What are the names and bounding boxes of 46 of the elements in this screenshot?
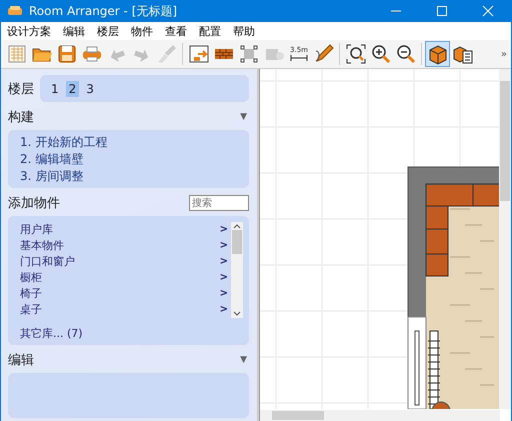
scroll-down-icon[interactable] bbox=[232, 310, 242, 318]
library-item[interactable]: 门口和窗户 > bbox=[20, 254, 231, 270]
step-link[interactable]: 3. 房间调整 bbox=[20, 168, 237, 184]
floor-tab[interactable]: 1 bbox=[48, 80, 62, 96]
collapse-toggle[interactable]: ▼ bbox=[240, 355, 247, 365]
more-tools-button[interactable]: » bbox=[500, 48, 507, 60]
scroll-thumb[interactable] bbox=[232, 230, 242, 254]
import-icon bbox=[188, 43, 210, 65]
menu-item[interactable]: 物件 bbox=[131, 24, 153, 38]
menu-item[interactable]: 设计方案 bbox=[7, 24, 51, 38]
selection-icon bbox=[238, 43, 260, 65]
step-link[interactable]: 2. 编辑墙壁 bbox=[20, 151, 237, 167]
library-item[interactable]: 桌子 > bbox=[20, 302, 231, 318]
floor-tab[interactable]: 3 bbox=[83, 80, 97, 96]
zoom-out-icon bbox=[394, 43, 416, 65]
library-item[interactable]: 基本物件 > bbox=[20, 238, 231, 254]
collapse-toggle[interactable]: ▼ bbox=[240, 112, 247, 122]
menu-item[interactable]: 配置 bbox=[199, 24, 221, 38]
scrollbar[interactable] bbox=[231, 222, 243, 318]
menu-item[interactable]: 楼层 bbox=[97, 24, 119, 38]
more-libraries-link[interactable]: 其它库... (7) bbox=[20, 326, 243, 341]
library-item[interactable]: 橱柜 > bbox=[20, 270, 231, 286]
brush-icon bbox=[156, 43, 178, 65]
window-title: Room Arranger - [无标题] bbox=[29, 2, 178, 20]
horizontal-scrollbar[interactable] bbox=[260, 410, 500, 421]
cube-icon bbox=[426, 43, 448, 65]
library-item[interactable]: 用户库 > bbox=[20, 222, 231, 238]
view3d-button[interactable] bbox=[425, 41, 450, 67]
sofa-icon bbox=[7, 5, 23, 17]
floors-label: 楼层 bbox=[8, 80, 34, 98]
grid-page-icon bbox=[6, 43, 28, 65]
scroll-up-icon[interactable] bbox=[232, 222, 242, 230]
floor-plan-drawing[interactable] bbox=[260, 69, 500, 409]
floor-tab[interactable]: 2 bbox=[66, 80, 80, 96]
section-title: 编辑 bbox=[8, 352, 34, 369]
menu-item[interactable]: 编辑 bbox=[63, 24, 85, 38]
menu-item[interactable]: 查看 bbox=[165, 24, 187, 38]
search-field[interactable]: 搜索 bbox=[189, 195, 249, 211]
section-title: 构建 bbox=[8, 109, 34, 126]
step-link[interactable]: 1. 开始新的工程 bbox=[20, 134, 237, 150]
vertical-scrollbar[interactable] bbox=[499, 69, 511, 409]
section-title: 添加物件 bbox=[8, 195, 60, 212]
menu-item[interactable]: 帮助 bbox=[233, 24, 255, 38]
zoom-in-icon bbox=[370, 43, 392, 65]
library-item[interactable]: 椅子 > bbox=[20, 286, 231, 302]
zoom-fit-icon bbox=[344, 43, 366, 65]
